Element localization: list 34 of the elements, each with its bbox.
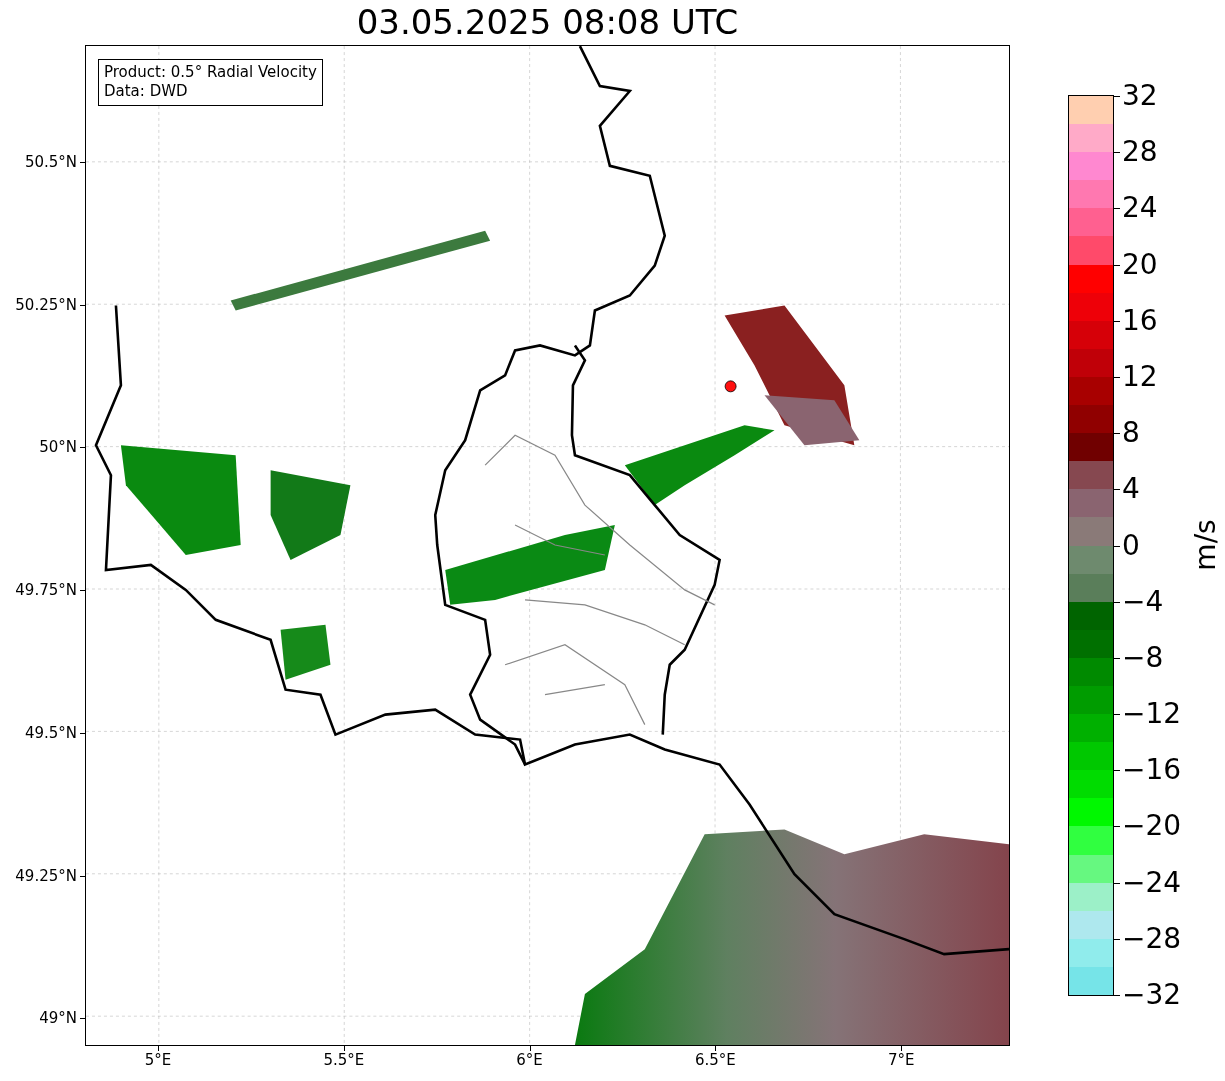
longitude-label: 7°E xyxy=(887,1051,915,1069)
scale-tick-label: 28 xyxy=(1122,137,1158,168)
unit-label: m/s xyxy=(1188,519,1222,571)
radar-site-marker xyxy=(724,380,737,393)
scale-tick-label: 12 xyxy=(1122,361,1158,392)
scale-tick-label: 0 xyxy=(1122,530,1140,561)
scale-tick-label: 4 xyxy=(1122,474,1140,505)
scale-tick-label: 8 xyxy=(1122,418,1140,449)
scale-tick-label: −20 xyxy=(1122,811,1182,842)
scale-tick-label: 16 xyxy=(1122,305,1158,336)
info-text: Product: 0.5° Radial Velocity xyxy=(104,63,317,82)
longitude-label: 6°E xyxy=(516,1051,543,1069)
scale-tick-label: −12 xyxy=(1122,699,1182,730)
latitude-label: 50.5°N xyxy=(24,153,77,171)
scale-tick-label: 20 xyxy=(1122,249,1158,280)
latitude-label: 49°N xyxy=(39,1009,77,1028)
latitude-label: 50°N xyxy=(39,438,77,457)
scale-tick-label: −24 xyxy=(1122,867,1182,898)
chart-title: 03.05.2025 08:08 UTC xyxy=(355,1,740,44)
scale-tick-label: −16 xyxy=(1122,755,1182,786)
latitude-label: 49.25°N xyxy=(15,866,77,885)
longitude-label: 5°E xyxy=(144,1051,172,1069)
latitude-label: 49.75°N xyxy=(15,581,77,600)
scale-tick-label: −4 xyxy=(1122,586,1164,617)
info-text: Data: DWD xyxy=(104,82,189,101)
scale-tick-label: −32 xyxy=(1122,980,1182,1010)
longitude-label: 5.5°E xyxy=(323,1051,365,1069)
scale-tick-label: 32 xyxy=(1122,81,1158,111)
scale-tick-label: −8 xyxy=(1122,642,1164,673)
scale-tick-label: −28 xyxy=(1122,923,1182,954)
latitude-label: 49.5°N xyxy=(24,723,77,742)
longitude-label: 6.5°E xyxy=(694,1051,736,1069)
scale-tick-label: 24 xyxy=(1122,193,1158,224)
latitude-label: 50.25°N xyxy=(15,295,77,314)
